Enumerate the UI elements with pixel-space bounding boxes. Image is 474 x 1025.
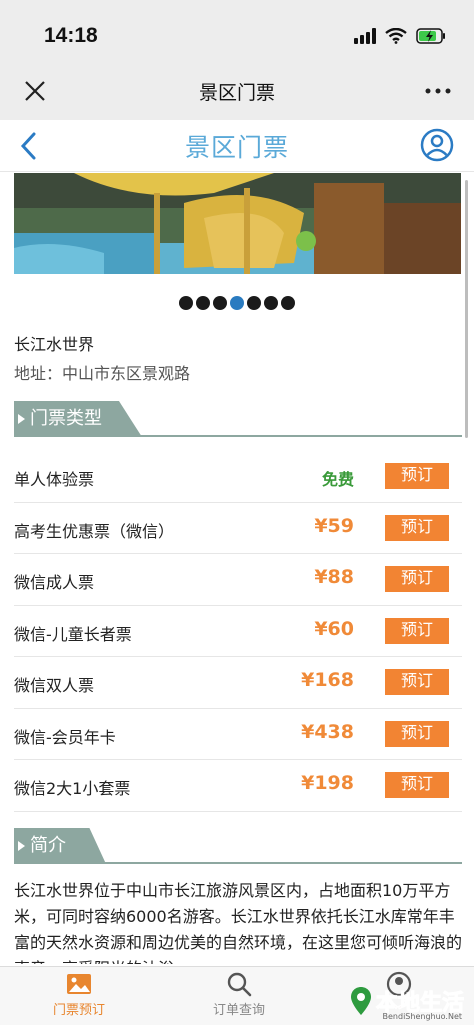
ticket-price: ¥198 [301, 772, 354, 794]
user-icon[interactable] [420, 128, 454, 162]
ticket-name: 单人体验票 [14, 470, 95, 489]
image-icon [67, 974, 91, 994]
park-name: 长江水世界 [14, 335, 95, 354]
book-button[interactable]: 预订 [385, 463, 449, 489]
ticket-row: 微信-儿童长者票 ¥60 预订 [14, 606, 462, 657]
location-pin-icon [350, 987, 371, 1015]
book-button[interactable]: 预订 [385, 514, 449, 541]
tab-label: 门票预订 [52, 1003, 105, 1018]
carousel-dot[interactable] [247, 296, 261, 310]
carousel-dot[interactable] [264, 296, 278, 310]
ticket-name: 高考生优惠票（微信） [14, 521, 175, 541]
status-time: 14:18 [44, 24, 98, 47]
book-button[interactable]: 预订 [385, 669, 449, 695]
ticket-price: ¥88 [314, 566, 354, 588]
ticket-row: 微信-会员年卡 ¥438 预订 [14, 709, 462, 760]
wifi-icon [385, 28, 407, 44]
ticket-price: 免费 [321, 470, 354, 489]
ticket-row: 微信成人票 ¥88 预订 [14, 554, 462, 606]
intro-section-header: 简介 [14, 828, 462, 864]
ticket-name: 微信-会员年卡 [14, 727, 116, 747]
more-icon[interactable] [424, 82, 452, 100]
carousel-dot[interactable] [179, 296, 193, 310]
tab-ticket-booking[interactable]: 门票预订 [24, 971, 134, 1018]
carousel-dot[interactable] [281, 296, 295, 310]
tab-label: 订单查询 [212, 1003, 265, 1018]
banner-image[interactable] [14, 173, 461, 274]
carousel-dot-active[interactable] [230, 296, 244, 310]
book-button[interactable]: 预订 [385, 720, 449, 747]
status-bar: 14:18 [0, 0, 474, 62]
book-button[interactable]: 预订 [385, 566, 449, 592]
intro-title: 简介 [14, 828, 106, 864]
ticket-row: 微信双人票 ¥168 预订 [14, 657, 462, 709]
ticket-price: ¥60 [314, 617, 354, 640]
scrollbar[interactable] [465, 180, 468, 438]
status-icons [354, 26, 446, 46]
ticket-types-section-header: 门票类型 [14, 401, 462, 437]
page-header: 景区门票 [0, 120, 474, 172]
watermark-subtext: BendiShenghuo.Net [382, 1012, 462, 1021]
ticket-row: 高考生优惠票（微信） ¥59 预订 [14, 503, 462, 554]
park-address: 地址：中山市东区景观路 [14, 364, 191, 383]
intro-text: 长江水世界位于中山市长江旅游风景区内，占地面积10万平方米，可同时容纳6000名… [14, 881, 462, 964]
wechat-nav-bar: 景区门票 [0, 62, 474, 120]
ticket-name: 微信-儿童长者票 [14, 624, 132, 644]
tab-order-query[interactable]: 订单查询 [184, 971, 294, 1018]
ticket-price: ¥168 [301, 669, 354, 691]
carousel-dot[interactable] [213, 296, 227, 310]
carousel-dot[interactable] [196, 296, 210, 310]
ticket-price: ¥438 [301, 720, 354, 743]
page-title: 景区门票 [184, 133, 289, 162]
signal-icon [354, 28, 376, 44]
ticket-row: 单人体验票 免费 预订 [14, 451, 462, 503]
carousel-indicator [0, 296, 474, 310]
book-button[interactable]: 预订 [385, 617, 449, 644]
book-button[interactable]: 预订 [385, 772, 449, 798]
ticket-name: 微信成人票 [14, 573, 95, 592]
wechat-title: 景区门票 [198, 82, 275, 104]
battery-charging-icon [416, 28, 446, 44]
ticket-name: 微信双人票 [14, 676, 95, 695]
search-icon [227, 972, 252, 997]
ticket-price: ¥59 [314, 514, 354, 537]
ticket-types-title: 门票类型 [14, 401, 142, 437]
ticket-row: 微信2大1小套票 ¥198 预订 [14, 760, 462, 812]
ticket-name: 微信2大1小套票 [14, 779, 131, 798]
ticket-list: 单人体验票 免费 预订 高考生优惠票（微信） ¥59 预订 微信成人票 ¥88 … [14, 451, 462, 812]
